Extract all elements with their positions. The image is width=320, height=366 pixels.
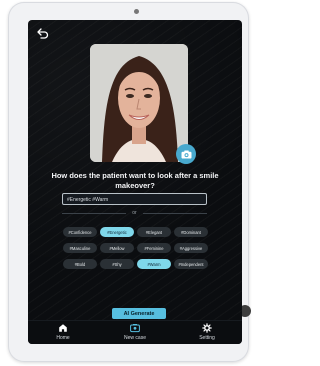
patient-photo bbox=[90, 44, 188, 162]
chip-warm[interactable]: #Warm bbox=[137, 259, 171, 269]
divider-line-right bbox=[142, 212, 208, 214]
ai-generate-button[interactable]: AI Generate bbox=[112, 308, 166, 319]
tab-new-case[interactable]: New case bbox=[110, 323, 160, 344]
chip-bold[interactable]: #Bold bbox=[63, 259, 97, 269]
divider-label: or bbox=[132, 210, 137, 216]
page-question: How does the patient want to look after … bbox=[51, 171, 219, 190]
chip-dominant[interactable]: #Dominant bbox=[174, 227, 208, 237]
front-camera bbox=[134, 9, 139, 14]
tab-setting[interactable]: Setting bbox=[182, 323, 232, 344]
home-icon bbox=[59, 324, 67, 332]
chip-mellow[interactable]: #Mellow bbox=[100, 243, 134, 253]
tab-setting-label: Setting bbox=[199, 335, 215, 341]
chip-confidence[interactable]: #Confidence bbox=[63, 227, 97, 237]
tab-home-label: Home bbox=[56, 335, 70, 341]
chip-energetic[interactable]: #Energetic bbox=[100, 227, 134, 237]
new-case-camera-icon bbox=[130, 324, 140, 333]
or-divider: or bbox=[62, 208, 208, 218]
app-screen: How does the patient want to look after … bbox=[28, 20, 242, 344]
back-icon[interactable] bbox=[36, 26, 50, 40]
tab-home[interactable]: Home bbox=[38, 323, 88, 344]
tag-chip-grid: #Confidence #Energetic #Elegant #Dominan… bbox=[63, 227, 208, 269]
camera-icon[interactable] bbox=[176, 144, 196, 164]
divider-line-left bbox=[62, 212, 127, 214]
gear-icon bbox=[202, 323, 212, 333]
tablet-frame: How does the patient want to look after … bbox=[8, 2, 251, 362]
chip-feminine[interactable]: #Feminine bbox=[137, 243, 171, 253]
chip-aggressive[interactable]: #Aggressive bbox=[174, 243, 208, 253]
bottom-navigation: Home New case Setting bbox=[28, 320, 242, 344]
tag-input[interactable]: #Energetic #Warm bbox=[62, 193, 207, 205]
chip-masculine[interactable]: #Masculine bbox=[63, 243, 97, 253]
chip-shy[interactable]: #Shy bbox=[100, 259, 134, 269]
tab-new-case-label: New case bbox=[124, 335, 146, 341]
chip-independent[interactable]: #Independent bbox=[174, 259, 208, 269]
chip-elegant[interactable]: #Elegant bbox=[137, 227, 171, 237]
